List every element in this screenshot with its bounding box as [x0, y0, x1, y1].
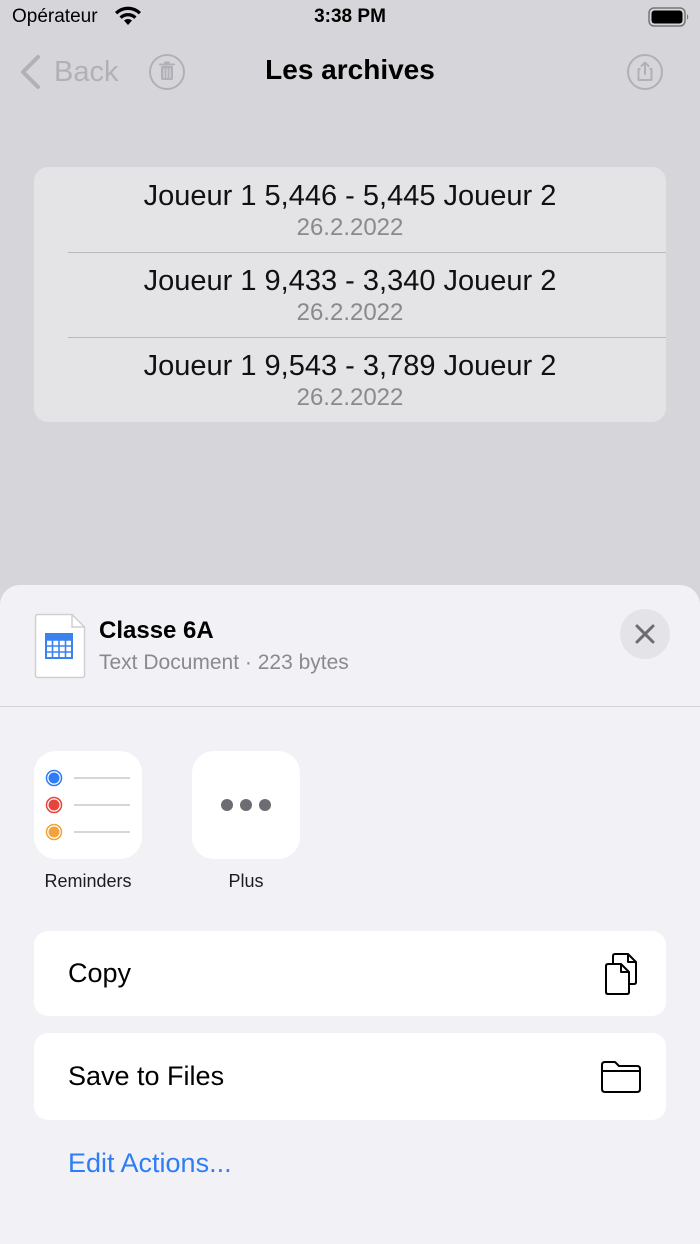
- share-sheet: Classe 6A Text Document · 223 bytes Remi…: [0, 585, 700, 1244]
- folder-icon: [601, 1061, 641, 1093]
- edit-actions-link[interactable]: Edit Actions...: [68, 1148, 232, 1179]
- document-title: Classe 6A: [99, 617, 214, 644]
- clock: 3:38 PM: [314, 6, 386, 27]
- share-icon[interactable]: [626, 53, 664, 91]
- archive-row[interactable]: Joueur 1 5,446 - 5,445 Joueur 2 26.2.202…: [34, 167, 666, 252]
- spreadsheet-document-icon: [34, 613, 86, 679]
- archive-score: Joueur 1 9,543 - 3,789 Joueur 2: [143, 350, 557, 382]
- archive-row[interactable]: Joueur 1 9,433 - 3,340 Joueur 2 26.2.202…: [34, 252, 666, 337]
- document-subtitle: Text Document · 223 bytes: [99, 651, 349, 674]
- app-label: Reminders: [44, 871, 132, 891]
- archive-row[interactable]: Joueur 1 9,543 - 3,789 Joueur 2 26.2.202…: [34, 337, 666, 422]
- save-to-files-action[interactable]: Save to Files: [34, 1033, 666, 1120]
- more-icon: [192, 751, 300, 859]
- navigation-bar: Back Les archives: [0, 40, 700, 104]
- copy-action[interactable]: Copy: [34, 931, 666, 1016]
- reminders-app-icon: [34, 751, 142, 859]
- action-label: Save to Files: [68, 1061, 225, 1091]
- archive-score: Joueur 1 5,446 - 5,445 Joueur 2: [143, 180, 557, 212]
- app-label: Plus: [228, 871, 264, 891]
- share-sheet-header: Classe 6A Text Document · 223 bytes: [0, 585, 700, 707]
- close-button[interactable]: [620, 609, 670, 659]
- app-reminders[interactable]: Reminders: [23, 751, 153, 892]
- archive-score: Joueur 1 9,433 - 3,340 Joueur 2: [143, 265, 557, 297]
- close-icon: [635, 624, 655, 644]
- archive-date: 26.2.2022: [296, 299, 404, 326]
- share-apps-row: Reminders Plus: [0, 751, 700, 901]
- archive-date: 26.2.2022: [296, 214, 404, 241]
- copy-icon: [605, 953, 637, 995]
- status-bar: Opérateur 3:38 PM: [0, 0, 700, 36]
- app-more[interactable]: Plus: [181, 751, 311, 892]
- page-title: Les archives: [265, 54, 435, 85]
- archive-date: 26.2.2022: [296, 384, 404, 411]
- archive-list: Joueur 1 5,446 - 5,445 Joueur 2 26.2.202…: [34, 167, 666, 422]
- action-label: Copy: [68, 958, 132, 988]
- battery-icon: [648, 7, 689, 27]
